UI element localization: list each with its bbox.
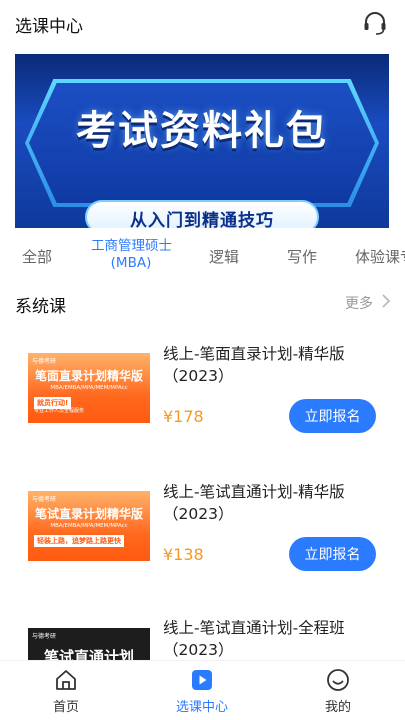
course-name: 线上-笔试直通计划-精华版 （2023） [163, 481, 393, 525]
tab-all[interactable]: 全部 [22, 246, 52, 267]
home-icon [56, 670, 76, 690]
tab-label: 全部 [22, 248, 53, 266]
course-name-line1: 线上-笔试直通计划-全程班 [163, 619, 345, 637]
nav-label: 我的 [324, 700, 351, 715]
thumb-logo: 与德考研 [32, 358, 57, 365]
course-card[interactable]: 与德考研 笔面直录计划精华版 MBA/EMBA/MPA/MEM/MPAcc 就员… [0, 340, 405, 480]
course-thumbnail: 与德考研 笔面直录计划精华版 MBA/EMBA/MPA/MEM/MPAcc 就员… [28, 353, 150, 423]
course-thumbnail: 与德考研 笔试直通计划 [28, 628, 150, 660]
profile-icon [327, 669, 349, 691]
enroll-button[interactable]: 立即报名 [289, 399, 376, 433]
thumb-badge: 轻装上路，追梦路上路更快 [34, 535, 124, 547]
thumb-tags: MBA/EMBA/MPA/MEM/MPAcc [50, 385, 128, 391]
thumb-title: 笔试直录计划精华版 [34, 507, 143, 521]
course-name-line1: 线上-笔面直录计划-精华版 [163, 345, 345, 363]
tab-label: 逻辑 [209, 248, 240, 266]
tab-label-line2: (MBA) [110, 255, 152, 271]
header: 选课中心 [0, 0, 405, 50]
nav-profile[interactable]: 我的 [298, 661, 378, 720]
course-name-line2: （2023） [163, 505, 234, 523]
course-price: ¥138 [163, 545, 204, 564]
course-name-line1: 线上-笔试直通计划-精华版 [163, 483, 345, 501]
page-title: 选课中心 [15, 17, 83, 37]
enroll-button[interactable]: 立即报名 [289, 537, 376, 571]
thumb-title: 笔面直录计划精华版 [34, 369, 143, 383]
play-icon [192, 670, 212, 690]
course-price: ¥178 [163, 407, 204, 426]
tab-label-line1: 工商管理硕士 [91, 238, 172, 254]
more-link[interactable]: 更多 [345, 293, 373, 313]
bottom-nav: 首页 选课中心 我的 [0, 660, 405, 720]
nav-label: 首页 [52, 700, 79, 715]
course-card[interactable]: 与德考研 笔试直通计划 线上-笔试直通计划-全程班 （2023） [0, 616, 405, 660]
nav-label: 选课中心 [175, 700, 228, 715]
category-tabs: 全部 工商管理硕士 (MBA) 逻辑 写作 体验课专 [0, 236, 405, 280]
thumb-note: 专业工作人员全程服务 [34, 408, 85, 414]
banner-subtitle: 从入门到精通技巧 [130, 211, 274, 228]
nav-course-center[interactable]: 选课中心 [162, 661, 242, 720]
course-thumbnail: 与德考研 笔试直录计划精华版 MBA/EMBA/MPA/MEM/MPAcc 轻装… [28, 491, 150, 561]
promo-banner[interactable]: 考试资料礼包 从入门到精通技巧 [15, 54, 389, 228]
nav-home[interactable]: 首页 [26, 661, 106, 720]
course-card[interactable]: 与德考研 笔试直录计划精华版 MBA/EMBA/MPA/MEM/MPAcc 轻装… [0, 478, 405, 618]
tab-logic[interactable]: 逻辑 [209, 246, 239, 267]
headset-icon[interactable] [362, 10, 388, 36]
tab-trial[interactable]: 体验课专 [355, 246, 405, 267]
thumb-title: 笔试直通计划 [43, 648, 134, 660]
tab-label: 写作 [287, 248, 318, 266]
course-name-line2: （2023） [163, 641, 234, 659]
chevron-right-icon[interactable] [380, 292, 392, 310]
banner-title: 考试资料礼包 [76, 108, 328, 154]
course-name-line2: （2023） [163, 367, 234, 385]
section-title: 系统课 [15, 297, 66, 317]
thumb-logo: 与德考研 [32, 633, 57, 640]
course-name: 线上-笔面直录计划-精华版 （2023） [163, 343, 393, 387]
tab-mba[interactable]: 工商管理硕士 (MBA) [91, 238, 172, 272]
course-name: 线上-笔试直通计划-全程班 （2023） [163, 617, 393, 660]
thumb-tags: MBA/EMBA/MPA/MEM/MPAcc [50, 523, 128, 529]
tab-label: 体验课专 [355, 248, 405, 266]
tab-writing[interactable]: 写作 [287, 246, 317, 267]
thumb-logo: 与德考研 [32, 496, 57, 503]
